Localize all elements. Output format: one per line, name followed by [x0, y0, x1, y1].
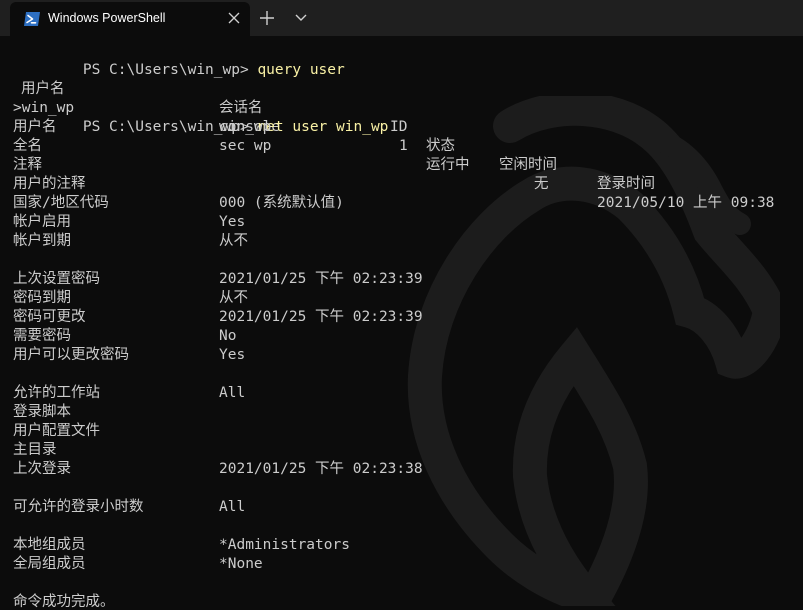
- table-row: >win_wp console 1 运行中 无 2021/05/10 上午 09…: [13, 80, 798, 211]
- output-line: 上次设置密码 2021/01/25 下午 02:23:39: [13, 270, 798, 289]
- field-label: 上次设置密码: [13, 271, 100, 287]
- output-line: 用户可以更改密码 Yes: [13, 346, 798, 365]
- field-label: 用户可以更改密码: [13, 347, 129, 363]
- field-value: 从不: [219, 290, 248, 306]
- completion-text: 命令成功完成。: [13, 594, 115, 610]
- output-line: 允许的工作站 All: [13, 384, 798, 403]
- terminal-lines: PS C:\Users\win_wp> query user 用户名 会话名 I…: [13, 42, 798, 610]
- output-line: 密码可更改 2021/01/25 下午 02:23:39: [13, 308, 798, 327]
- output-line: 用户配置文件: [13, 422, 798, 441]
- field-value: sec wp: [219, 138, 272, 154]
- output-line: 登录脚本: [13, 403, 798, 422]
- field-label: 登录脚本: [13, 404, 71, 420]
- field-value: 2021/01/25 下午 02:23:39: [219, 271, 423, 287]
- field-label: 帐户启用: [13, 214, 71, 230]
- command-line: PS C:\Users\win_wp> query user: [13, 42, 798, 78]
- field-label: 上次登录: [13, 461, 71, 477]
- field-label: 帐户到期: [13, 233, 71, 249]
- field-value: All: [219, 385, 246, 401]
- tab-bar: Windows PowerShell: [0, 0, 803, 36]
- field-label: 注释: [13, 157, 42, 173]
- field-value: Yes: [219, 347, 246, 363]
- field-value: win_wp: [219, 119, 272, 135]
- output-line: 需要密码 No: [13, 327, 798, 346]
- output-line: 全名 sec wp: [13, 137, 798, 156]
- output-line: 用户名 win_wp: [13, 118, 798, 137]
- field-value: No: [219, 328, 237, 344]
- field-label: 密码可更改: [13, 309, 86, 325]
- close-icon[interactable]: [225, 9, 243, 27]
- output-line: 本地组成员 *Administrators: [13, 536, 798, 555]
- output-line: 帐户到期 从不: [13, 232, 798, 251]
- field-label: 用户配置文件: [13, 423, 100, 439]
- completion-message: 命令成功完成。: [13, 574, 798, 610]
- powershell-icon: [23, 11, 41, 27]
- field-label: 用户的注释: [13, 176, 86, 192]
- field-label: 国家/地区代码: [13, 195, 109, 211]
- output-line: 可允许的登录小时数 All: [13, 498, 798, 517]
- field-label: 密码到期: [13, 290, 71, 306]
- tab-windows-powershell[interactable]: Windows PowerShell: [10, 2, 250, 36]
- field-value: *Administrators: [219, 537, 350, 553]
- output-line: 全局组成员 *None: [13, 555, 798, 574]
- output-line: 帐户启用 Yes: [13, 213, 798, 232]
- field-label: 用户名: [13, 119, 57, 135]
- field-label: 主目录: [13, 442, 57, 458]
- field-label: 可允许的登录小时数: [13, 499, 144, 515]
- output-line: 注释: [13, 156, 798, 175]
- output-line: 上次登录 2021/01/25 下午 02:23:38: [13, 460, 798, 479]
- field-value: 2021/01/25 下午 02:23:38: [219, 461, 423, 477]
- output-line: 国家/地区代码 000 (系统默认值): [13, 194, 798, 213]
- field-value: 2021/01/25 下午 02:23:39: [219, 309, 423, 325]
- net-user-output: 用户名 win_wp 全名 sec wp 注释用户的注释国家/地区代码 000 (系统默认…: [13, 118, 798, 574]
- powershell-window: Windows PowerShell PS C:\Users\win_wp> q…: [0, 0, 803, 610]
- plus-icon[interactable]: [256, 8, 278, 28]
- field-label: 本地组成员: [13, 537, 86, 553]
- chevron-down-icon[interactable]: [290, 8, 312, 28]
- field-value: All: [219, 499, 246, 515]
- field-value: 000 (系统默认值): [219, 195, 344, 211]
- field-label: 全名: [13, 138, 42, 154]
- field-label: 允许的工作站: [13, 385, 100, 401]
- field-value: 从不: [219, 233, 248, 249]
- terminal-output[interactable]: PS C:\Users\win_wp> query user 用户名 会话名 I…: [0, 36, 803, 610]
- tab-title: Windows PowerShell: [48, 11, 166, 25]
- output-line: 主目录: [13, 441, 798, 460]
- command-line: PS C:\Users\win_wp> net user win_wp: [13, 99, 798, 135]
- output-line: 用户的注释: [13, 175, 798, 194]
- field-label: 需要密码: [13, 328, 71, 344]
- field-label: 全局组成员: [13, 556, 86, 572]
- output-line: 密码到期 从不: [13, 289, 798, 308]
- field-value: *None: [219, 556, 263, 572]
- field-value: Yes: [219, 214, 246, 230]
- table-header: 用户名 会话名 ID 状态 空闲时间 登录时间: [13, 61, 798, 192]
